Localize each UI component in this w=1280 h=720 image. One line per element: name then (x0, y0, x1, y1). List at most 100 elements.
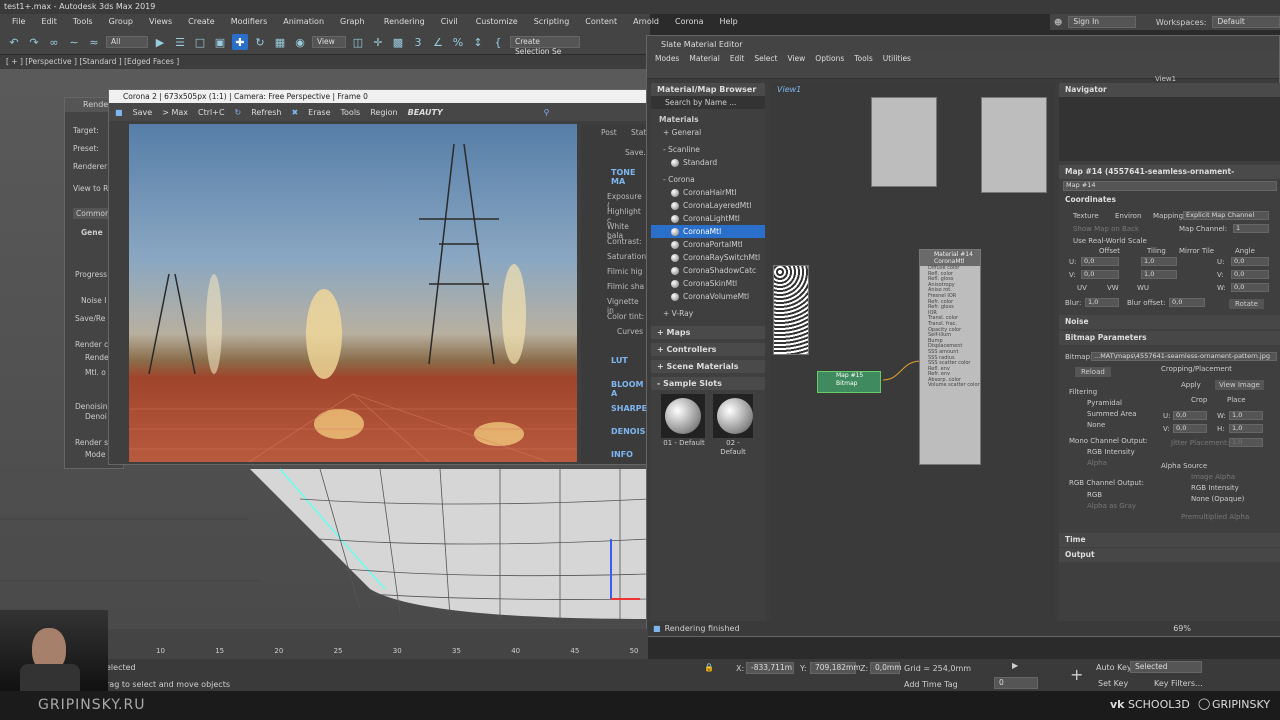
time-rollout[interactable]: Time (1059, 533, 1280, 547)
corona-group[interactable]: - Corona (651, 173, 765, 186)
sme-menu-tools[interactable]: Tools (854, 53, 872, 65)
create-selection-set-dropdown[interactable]: Create Selection Se (510, 36, 580, 56)
sme-menu-edit[interactable]: Edit (730, 53, 745, 65)
real-world-scale-checkbox[interactable]: Use Real-World Scale (1073, 237, 1147, 245)
menu-arnold[interactable]: Arnold (625, 14, 667, 30)
noise-rollout[interactable]: Noise (1059, 315, 1280, 329)
blur-offset-field[interactable]: 0,0 (1169, 298, 1205, 307)
frame-field[interactable]: 0 (994, 677, 1038, 689)
corona-volume-item[interactable]: CoronaVolumeMtl (651, 290, 765, 303)
menu-customize[interactable]: Customize (468, 14, 526, 30)
undo-icon[interactable]: ↶ (6, 34, 22, 50)
vw-radio[interactable]: VW (1107, 284, 1119, 292)
premultiplied-alpha-checkbox[interactable]: Premultiplied Alpha (1181, 513, 1249, 521)
rect-selection-icon[interactable]: □ (192, 34, 208, 50)
set-key-button[interactable]: Set Key (1098, 679, 1128, 688)
vfb-ctrlc-button[interactable]: Ctrl+C (198, 108, 225, 117)
corona-shadowcatcher-item[interactable]: CoronaShadowCatc (651, 264, 765, 277)
corona-mtl-node[interactable]: Material #14 CoronaMtl Diffuse color Refl.… (919, 249, 981, 465)
menu-tools[interactable]: Tools (65, 14, 101, 30)
vfb-region-button[interactable]: Region (370, 108, 397, 117)
pivot-icon[interactable]: ◫ (350, 34, 366, 50)
tone-mapping-section[interactable]: TONE MA (611, 168, 647, 186)
general-rollout[interactable]: Gene (81, 228, 103, 237)
sme-menu-view[interactable]: View (787, 53, 805, 65)
corona-layered-item[interactable]: CoronaLayeredMtl (651, 199, 765, 212)
sme-menu-options[interactable]: Options (815, 53, 844, 65)
angle-w-field[interactable]: 0,0 (1231, 283, 1269, 292)
view-image-button[interactable]: View Image (1215, 380, 1264, 390)
select-by-name-icon[interactable]: ☰ (172, 34, 188, 50)
bloom-section[interactable]: BLOOM A (611, 380, 647, 398)
menu-corona[interactable]: Corona (667, 14, 711, 30)
map-name-field[interactable]: Map #14 (1063, 181, 1277, 191)
crop-h-field[interactable]: 1,0 (1229, 424, 1263, 433)
texture-radio[interactable]: Texture (1073, 212, 1099, 220)
sample-slot-2[interactable]: 02 - Default (713, 394, 753, 456)
y-coord-field[interactable]: 709,182mm (810, 662, 861, 674)
menu-help[interactable]: Help (711, 14, 745, 30)
apply-checkbox[interactable]: Apply (1181, 381, 1201, 389)
spinner-snap-icon[interactable]: ↕ (470, 34, 486, 50)
node-graph-view[interactable]: View1 Map #15 Bitmap Material #14 CoronaMt… (771, 83, 1055, 626)
mono-rgb-intensity-radio[interactable]: RGB Intensity (1087, 448, 1135, 456)
z-coord-field[interactable]: 0,0mm (870, 662, 902, 674)
corona-hair-item[interactable]: CoronaHairMtl (651, 186, 765, 199)
unlink-icon[interactable]: ∼ (66, 34, 82, 50)
wu-radio[interactable]: WU (1137, 284, 1149, 292)
save-icon[interactable]: ■ (115, 108, 123, 117)
keyboard-shortcut-icon[interactable]: ▩ (390, 34, 406, 50)
jitter-field[interactable]: 1,0 (1229, 438, 1263, 447)
add-time-tag[interactable]: Add Time Tag (904, 680, 958, 689)
general-group[interactable]: + General (651, 126, 765, 139)
vray-group[interactable]: + V-Ray (651, 307, 765, 320)
common-tab[interactable]: Common (73, 208, 113, 219)
redo-icon[interactable]: ↷ (26, 34, 42, 50)
scanline-group[interactable]: - Scanline (651, 143, 765, 156)
image-alpha-radio[interactable]: Image Alpha (1191, 473, 1235, 481)
angle-u-field[interactable]: 0,0 (1231, 257, 1269, 266)
vfb-erase-button[interactable]: Erase (308, 108, 330, 117)
reference-coord-dropdown[interactable]: View (312, 36, 346, 48)
window-crossing-icon[interactable]: ▣ (212, 34, 228, 50)
rotate-button[interactable]: Rotate (1229, 299, 1264, 309)
zoom-icon[interactable]: ⚲ (544, 108, 550, 117)
standard-item[interactable]: Standard (651, 156, 765, 169)
u-offset-field[interactable]: 0,0 (1081, 257, 1119, 266)
crop-v-field[interactable]: 0,0 (1173, 424, 1207, 433)
maps-group[interactable]: + Maps (651, 326, 765, 339)
sme-menu-modes[interactable]: Modes (655, 53, 679, 65)
corona-light-item[interactable]: CoronaLightMtl (651, 212, 765, 225)
menu-rendering[interactable]: Rendering (376, 14, 433, 30)
v-offset-field[interactable]: 0,0 (1081, 270, 1119, 279)
lock-icon[interactable]: 🔒 (704, 663, 714, 672)
menu-content[interactable]: Content (577, 14, 625, 30)
info-section[interactable]: INFO (611, 450, 633, 459)
key-filters-button[interactable]: Key Filters... (1154, 679, 1203, 688)
bind-spacewarp-icon[interactable]: ≈ (86, 34, 102, 50)
summed-area-radio[interactable]: Summed Area (1087, 410, 1137, 418)
materials-group[interactable]: Materials (651, 113, 765, 126)
lut-section[interactable]: LUT (611, 356, 628, 365)
edit-named-sel-icon[interactable]: { (490, 34, 506, 50)
percent-snap-icon[interactable]: % (450, 34, 466, 50)
output-rollout[interactable]: Output (1059, 548, 1280, 562)
blur-field[interactable]: 1,0 (1085, 298, 1119, 307)
uv-radio[interactable]: UV (1077, 284, 1087, 292)
show-map-on-back-checkbox[interactable]: Show Map on Back (1073, 225, 1139, 233)
crop-u-field[interactable]: 0,0 (1173, 411, 1207, 420)
denoise-section[interactable]: DENOISI (611, 427, 648, 436)
rotate-icon[interactable]: ↻ (252, 34, 268, 50)
menu-civil-view[interactable]: Civil View (433, 14, 468, 42)
alpha-rgb-intensity-radio[interactable]: RGB Intensity (1191, 484, 1239, 492)
crop-radio[interactable]: Crop (1191, 396, 1207, 404)
u-tiling-field[interactable]: 1,0 (1141, 257, 1177, 266)
menu-scripting[interactable]: Scripting (526, 14, 578, 30)
angle-snap-icon[interactable]: ∠ (430, 34, 446, 50)
vfb-refresh-button[interactable]: Refresh (251, 108, 281, 117)
zoom-dropdown[interactable]: 69% (1173, 624, 1191, 633)
vfb-save-button[interactable]: Save (133, 108, 153, 117)
angle-v-field[interactable]: 0,0 (1231, 270, 1269, 279)
sme-menu-material[interactable]: Material (689, 53, 719, 65)
add-key-icon[interactable]: + (1070, 665, 1083, 684)
